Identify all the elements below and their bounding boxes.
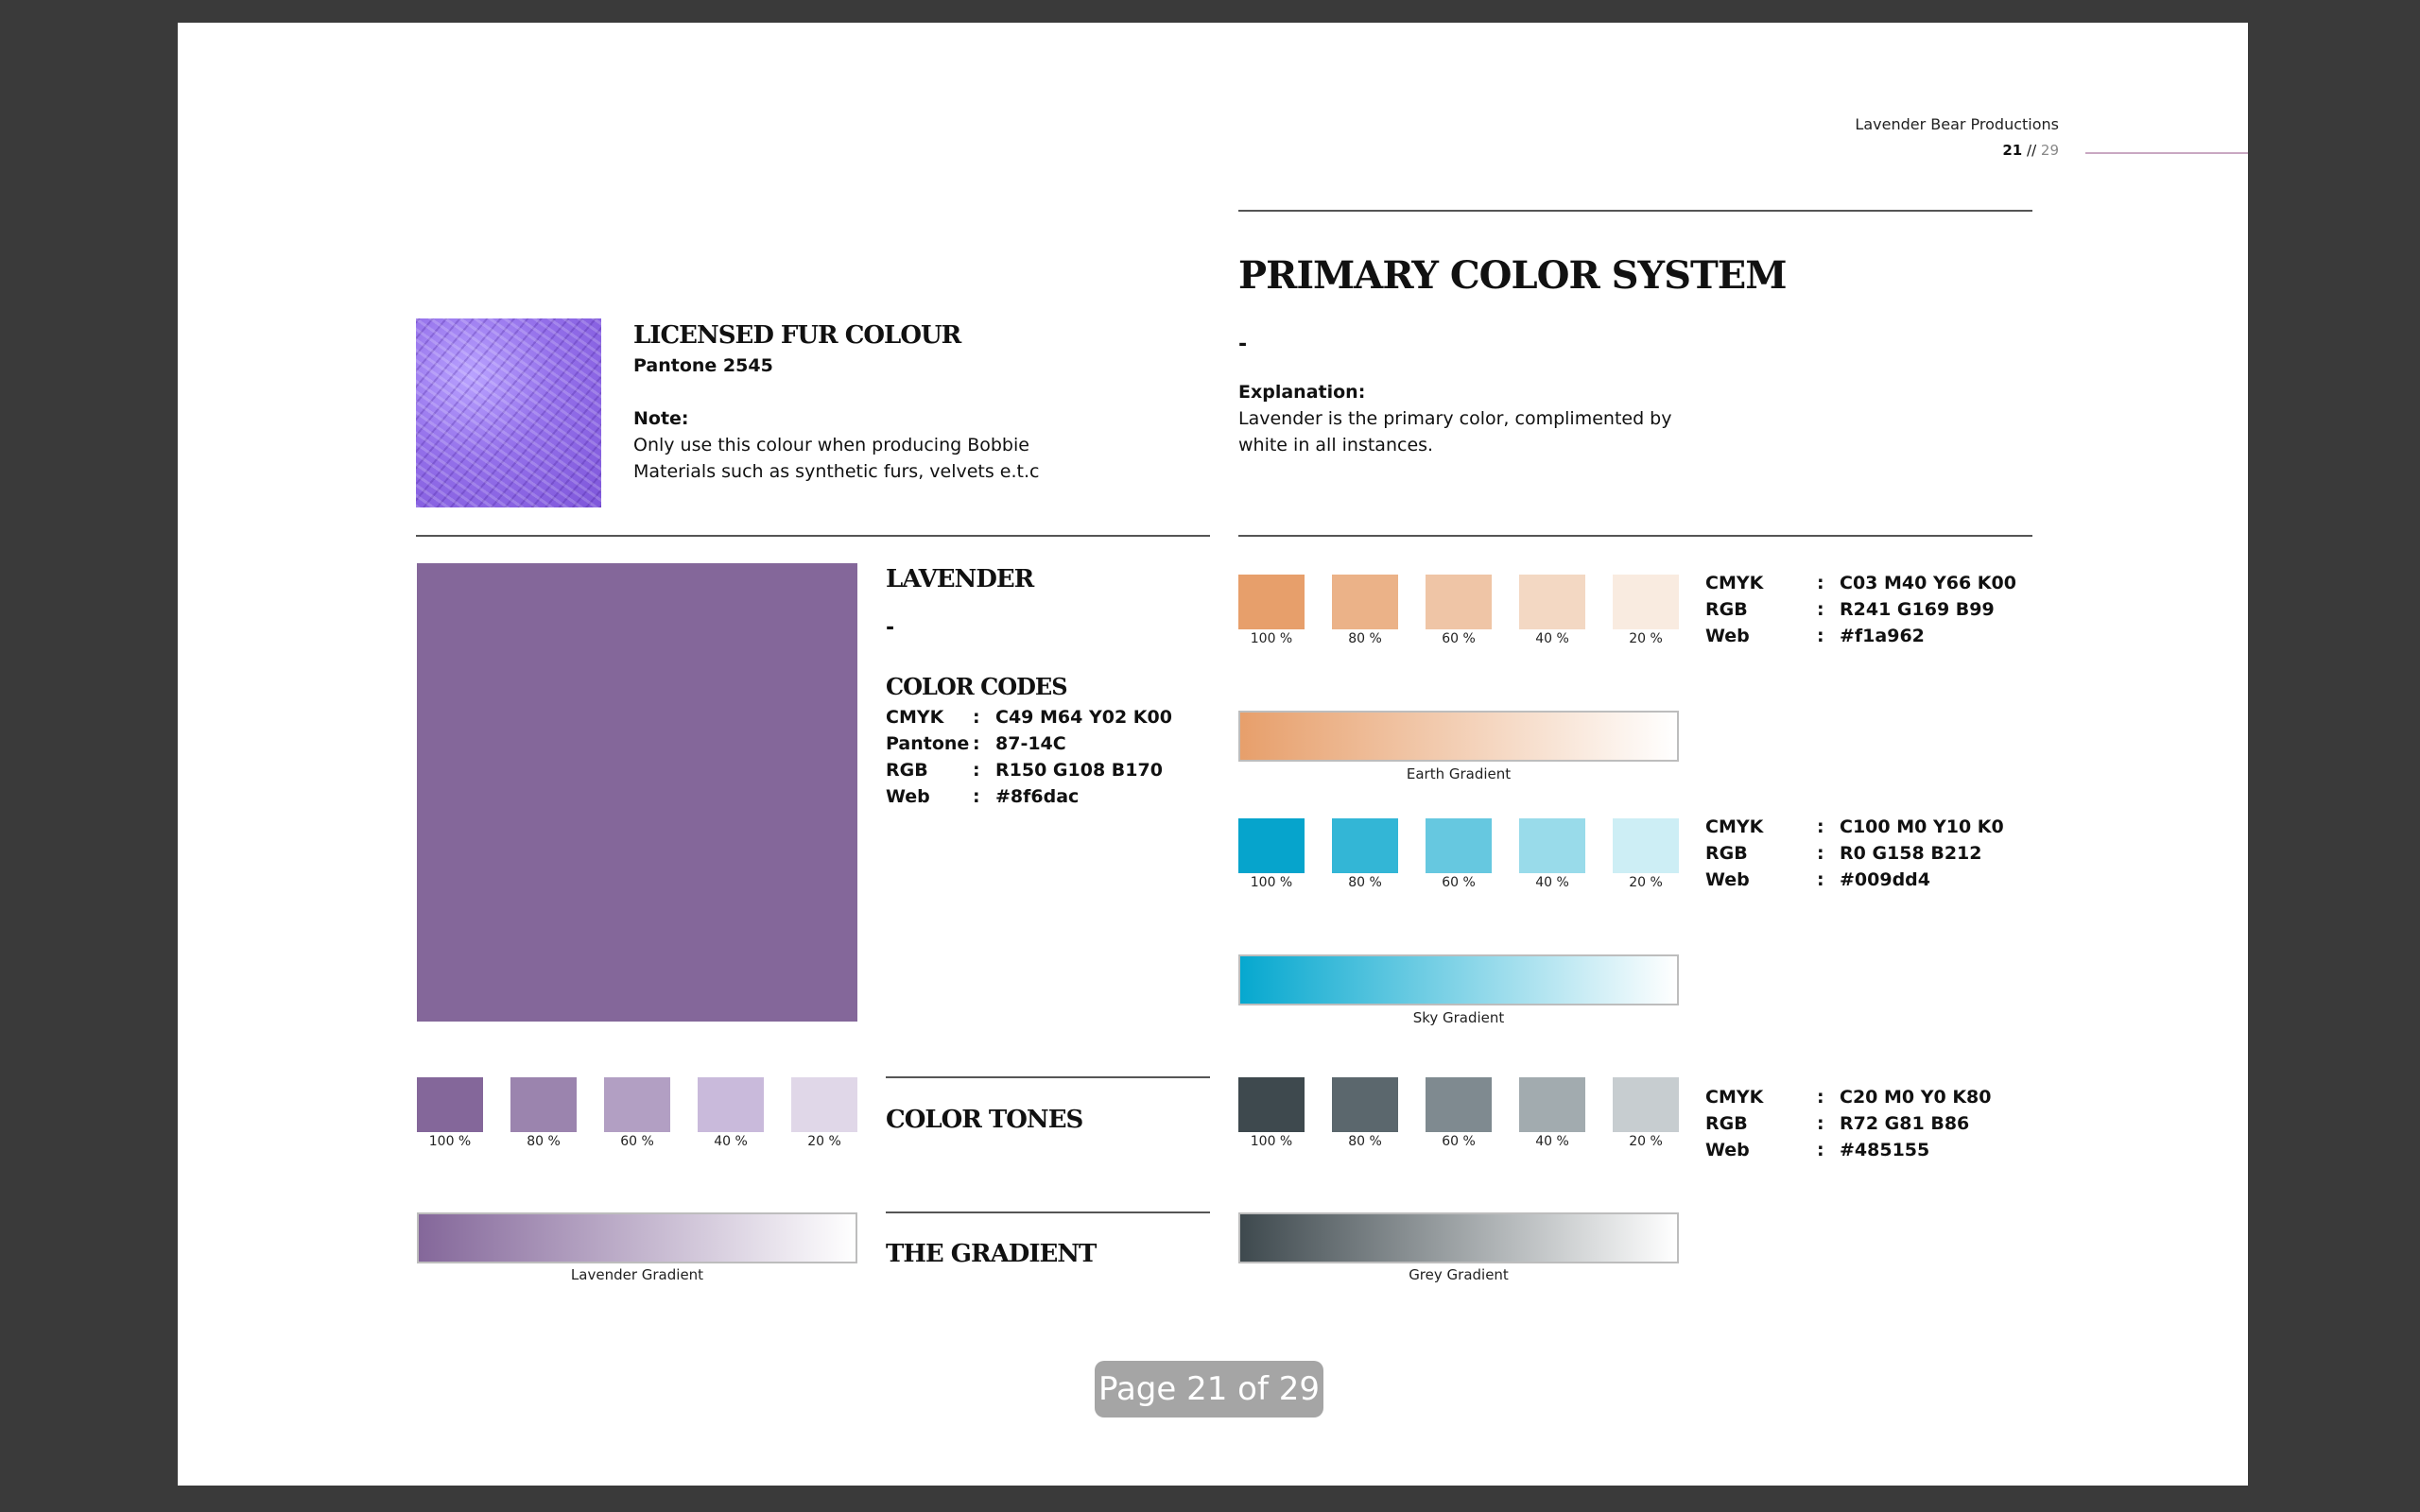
grey-tone-40 <box>1519 1077 1585 1132</box>
code-row-rgb: RGB: R0 G158 B212 <box>1705 843 1982 864</box>
page-indicator: Page 21 of 29 <box>1095 1361 1323 1418</box>
earth-tone-40 <box>1519 575 1585 629</box>
sky-gradient-label: Sky Gradient <box>1412 1009 1505 1026</box>
color-tones-title: Color Tones <box>886 1106 1083 1134</box>
earth-tone-100 <box>1238 575 1305 629</box>
code-row-pantone: Pantone:87-14C <box>886 733 1066 754</box>
lavender-tone-80 <box>510 1077 577 1132</box>
lavender-gradient-label: Lavender Gradient <box>570 1266 704 1283</box>
sky-tone-80 <box>1332 818 1398 873</box>
company-name: Lavender Bear Productions <box>1855 115 2059 133</box>
fur-note-line2: Materials such as synthetic furs, velvet… <box>633 461 1040 482</box>
tone-percent: 100 % <box>1250 1134 1293 1149</box>
grey-tone-60 <box>1426 1077 1492 1132</box>
sky-tone-100 <box>1238 818 1305 873</box>
rule-tones <box>886 1076 1210 1078</box>
tone-percent: 40 % <box>1535 1134 1569 1149</box>
sky-tone-60 <box>1426 818 1492 873</box>
code-row-rgb: RGB: R150 G108 B170 <box>886 760 1163 781</box>
code-row-rgb: RGB: R72 G81 B86 <box>1705 1113 1970 1134</box>
grey-gradient-label: Grey Gradient <box>1409 1266 1509 1283</box>
earth-tone-60 <box>1426 575 1492 629</box>
fur-texture-image <box>416 318 601 507</box>
lavender-title: Lavender <box>886 565 1034 593</box>
earth-tone-20 <box>1613 575 1679 629</box>
code-row-cmyk: CMYK: C49 M64 Y02 K00 <box>886 707 1172 728</box>
lavender-dash: - <box>886 616 895 640</box>
code-row-web: Web: #009dd4 <box>1705 869 1931 890</box>
header-rule <box>2085 152 2248 154</box>
lavender-tone-40 <box>698 1077 764 1132</box>
lavender-tone-100 <box>417 1077 483 1132</box>
rule-gradient <box>886 1211 1210 1213</box>
rule-mid-right <box>1238 535 2032 537</box>
fur-pantone: Pantone 2545 <box>633 355 773 376</box>
page-separator: // <box>2027 142 2037 159</box>
earth-codes-table: CMYK: C03 M40 Y66 K00 RGB: R241 G169 B99 W… <box>1705 573 2016 652</box>
primary-title: Primary Color System <box>1238 253 1788 298</box>
tone-percent: 40 % <box>1535 631 1569 646</box>
earth-gradient <box>1238 711 1679 762</box>
tone-percent: 60 % <box>620 1134 654 1149</box>
sky-codes-table: CMYK: C100 M0 Y10 K0 RGB: R0 G158 B212 Web… <box>1705 816 2004 896</box>
rule-mid-left <box>416 535 1210 537</box>
explanation-line2: white in all instances. <box>1238 435 1434 455</box>
grey-gradient <box>1238 1212 1679 1263</box>
earth-gradient-label: Earth Gradient <box>1406 765 1512 782</box>
grey-tone-20 <box>1613 1077 1679 1132</box>
grey-tone-100 <box>1238 1077 1305 1132</box>
page-number: 21 // 29 <box>2002 142 2059 159</box>
fur-title: Licensed Fur Colour <box>633 321 961 350</box>
tone-percent: 60 % <box>1442 631 1476 646</box>
code-row-web: Web: #f1a962 <box>1705 626 1925 646</box>
tone-percent: 20 % <box>807 1134 841 1149</box>
tone-percent: 80 % <box>1348 631 1382 646</box>
sky-gradient <box>1238 954 1679 1005</box>
explanation-line1: Lavender is the primary color, complimen… <box>1238 408 1672 429</box>
tone-percent: 60 % <box>1442 1134 1476 1149</box>
tone-percent: 60 % <box>1442 875 1476 890</box>
tone-percent: 20 % <box>1629 1134 1663 1149</box>
document-page: Lavender Bear Productions 21 // 29 Licen… <box>178 23 2248 1486</box>
tone-percent: 80 % <box>527 1134 561 1149</box>
color-codes-title: Color Codes <box>886 673 1068 700</box>
explanation-label: Explanation: <box>1238 382 1366 403</box>
tone-percent: 80 % <box>1348 875 1382 890</box>
page-current: 21 <box>2002 142 2023 159</box>
lavender-tone-60 <box>604 1077 670 1132</box>
grey-codes-table: CMYK: C20 M0 Y0 K80 RGB: R72 G81 B86 Web: #… <box>1705 1087 1992 1166</box>
tone-percent: 80 % <box>1348 1134 1382 1149</box>
page-total: 29 <box>2040 142 2059 159</box>
earth-tone-80 <box>1332 575 1398 629</box>
tone-percent: 100 % <box>1250 631 1293 646</box>
primary-dash: - <box>1238 333 1248 356</box>
code-row-cmyk: CMYK: C20 M0 Y0 K80 <box>1705 1087 1992 1108</box>
code-row-cmyk: CMYK: C100 M0 Y10 K0 <box>1705 816 2004 837</box>
lavender-codes-table: CMYK: C49 M64 Y02 K00 Pantone:87-14C RGB:… <box>886 707 1172 813</box>
fur-note-line1: Only use this colour when producing Bobb… <box>633 435 1029 455</box>
tone-percent: 100 % <box>1250 875 1293 890</box>
code-row-cmyk: CMYK: C03 M40 Y66 K00 <box>1705 573 2016 593</box>
tone-percent: 100 % <box>428 1134 472 1149</box>
code-row-rgb: RGB: R241 G169 B99 <box>1705 599 1995 620</box>
tone-percent: 20 % <box>1629 631 1663 646</box>
code-row-web: Web: #485155 <box>1705 1140 1930 1160</box>
lavender-tone-20 <box>791 1077 857 1132</box>
tone-percent: 40 % <box>1535 875 1569 890</box>
rule-top-right <box>1238 210 2032 212</box>
sky-tone-20 <box>1613 818 1679 873</box>
lavender-main-swatch <box>417 563 857 1022</box>
fur-note-label: Note: <box>633 408 689 429</box>
sky-tone-40 <box>1519 818 1585 873</box>
code-row-web: Web: #8f6dac <box>886 786 1080 807</box>
tone-percent: 20 % <box>1629 875 1663 890</box>
gradient-title: The Gradient <box>886 1240 1097 1268</box>
tone-percent: 40 % <box>714 1134 748 1149</box>
grey-tone-80 <box>1332 1077 1398 1132</box>
lavender-gradient <box>417 1212 857 1263</box>
